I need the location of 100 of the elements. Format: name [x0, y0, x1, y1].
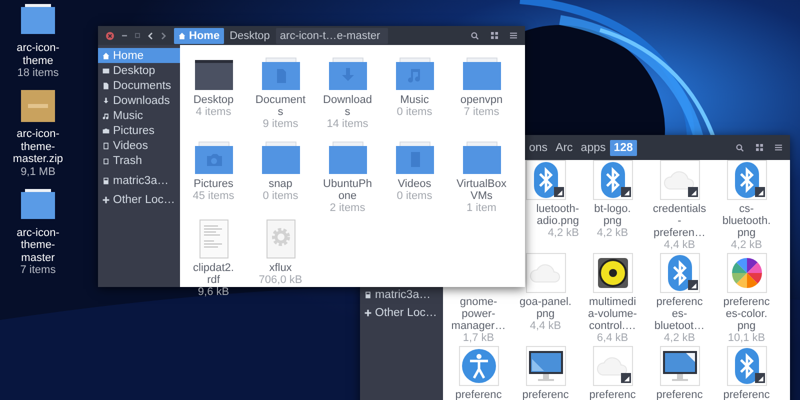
grid-view-icon[interactable]	[491, 32, 498, 39]
file-info: 4,2 kB	[548, 227, 579, 239]
file-name: UbuntuPh one	[323, 178, 372, 202]
file-info: 706,0 kB	[258, 274, 302, 286]
film-folder-icon[interactable]	[394, 141, 434, 175]
file-name: multimedi a-volume- control.…	[588, 296, 637, 332]
file-info: 4,2 kB	[730, 239, 762, 251]
document-icon	[102, 82, 110, 90]
path-button[interactable]: apps	[576, 140, 610, 156]
document-folder-icon[interactable]	[260, 57, 300, 91]
file-name: snap	[268, 178, 292, 190]
cloud-icon[interactable]	[592, 346, 632, 386]
file-info: 4,4 kB	[664, 239, 696, 251]
menu-icon[interactable]	[510, 32, 517, 39]
folder-icon[interactable]	[20, 188, 56, 220]
file-info: 0 items	[262, 190, 298, 202]
file-info: 45 items	[192, 190, 234, 202]
bluetooth-icon[interactable]	[660, 253, 700, 293]
plus-icon	[102, 196, 110, 204]
trash-icon	[102, 156, 110, 164]
search-icon[interactable]	[736, 144, 744, 152]
bluetooth-icon[interactable]	[726, 346, 766, 386]
file-info: 2 items	[330, 202, 366, 214]
camera-folder-icon[interactable]	[194, 141, 234, 175]
sidebar-item[interactable]: Downloads	[98, 93, 180, 108]
sidebar-item[interactable]: Trash	[98, 153, 180, 168]
home-icon	[102, 52, 110, 60]
file-name: Download s	[323, 94, 372, 118]
bluetooth-icon[interactable]	[726, 160, 766, 200]
folder-icon[interactable]	[20, 4, 56, 36]
back-icon[interactable]	[148, 32, 153, 40]
sidebar-item[interactable]: matric3a…	[98, 171, 180, 190]
file-info: 9,6 kB	[198, 286, 230, 298]
close-icon[interactable]	[106, 32, 114, 40]
file-info: 9,1 MB	[20, 166, 56, 178]
file-info: 9 items	[262, 118, 298, 130]
search-icon[interactable]	[471, 32, 479, 40]
file-name: gnome- power- manager…	[451, 296, 506, 332]
color-wheel-icon[interactable]	[726, 253, 766, 293]
monitor-icon[interactable]	[526, 346, 566, 386]
grid-view-icon[interactable]	[756, 144, 763, 151]
file-info: 10,1 kB	[728, 332, 766, 344]
sidebar-item[interactable]: Music	[98, 108, 180, 123]
sidebar-item[interactable]: matric3a…	[360, 286, 443, 304]
sidebar-item[interactable]: Other Loc…	[360, 304, 443, 322]
minimize-icon[interactable]	[122, 34, 127, 36]
file-info: 7 items	[464, 106, 500, 118]
file-name: Music	[400, 94, 429, 106]
file-info: 14 items	[326, 118, 368, 130]
home-icon	[178, 32, 186, 40]
music-icon	[102, 112, 110, 120]
monitor-icon[interactable]	[660, 346, 700, 386]
desktop-icon	[102, 66, 110, 74]
film-icon	[102, 142, 110, 150]
file-info: 4,2 kB	[664, 332, 696, 344]
person-icon[interactable]	[458, 346, 498, 386]
file-name: goa-panel. png	[520, 296, 572, 320]
file-info: 0 items	[396, 190, 432, 202]
file-info: 0 items	[396, 106, 432, 118]
file-name: preferenc	[656, 389, 703, 400]
file-name: Document s	[255, 94, 306, 118]
download-folder-icon[interactable]	[328, 57, 368, 91]
path-button[interactable]: ons	[525, 140, 552, 156]
file-info: 1 item	[466, 202, 496, 214]
drive-icon	[364, 291, 372, 299]
file-name: Pictures	[194, 178, 234, 190]
file-name: preferenc es-color. png	[723, 296, 770, 332]
file-name: arc-icon- theme	[16, 42, 60, 67]
folder-icon[interactable]	[194, 57, 234, 91]
path-button[interactable]: arc-icon-t…e-master	[276, 28, 388, 44]
file-name: Desktop	[193, 94, 234, 106]
music-folder-icon[interactable]	[394, 57, 434, 91]
forward-icon[interactable]	[161, 32, 166, 40]
bluetooth-icon[interactable]	[526, 160, 566, 200]
file-info: 1,7 kB	[462, 332, 494, 344]
file-name: arc-icon- theme- master.zip	[12, 128, 64, 166]
path-button[interactable]: Arc	[552, 140, 577, 156]
file-info: 4,2 kB	[596, 227, 628, 239]
speaker-icon[interactable]	[592, 253, 632, 293]
file-name: VirtualBox VMs	[456, 178, 506, 202]
file-info: 4,4 kB	[530, 320, 562, 332]
file-info: 6,4 kB	[596, 332, 628, 344]
file-info: 4 items	[196, 106, 232, 118]
sidebar-item[interactable]: Videos	[98, 138, 180, 153]
path-button[interactable]: Desktop	[226, 28, 274, 44]
sidebar-item[interactable]: Pictures	[98, 123, 180, 138]
file-info: 18 items	[17, 67, 59, 80]
file-name: preferenc	[522, 389, 569, 400]
menu-icon[interactable]	[775, 144, 782, 151]
file-name: preferenc	[589, 389, 636, 400]
sidebar-item[interactable]: Documents	[98, 78, 180, 93]
sidebar-item[interactable]: Desktop	[98, 63, 180, 78]
sidebar-item[interactable]: Other Loc…	[98, 190, 180, 209]
file-info: 7 items	[20, 264, 56, 277]
archive-icon[interactable]	[20, 90, 56, 122]
file-name: openvpn	[460, 94, 503, 106]
bluetooth-icon[interactable]	[592, 160, 632, 200]
plus-icon	[364, 309, 372, 317]
cloud-icon[interactable]	[660, 160, 700, 200]
file-name: preferenc	[723, 389, 770, 400]
